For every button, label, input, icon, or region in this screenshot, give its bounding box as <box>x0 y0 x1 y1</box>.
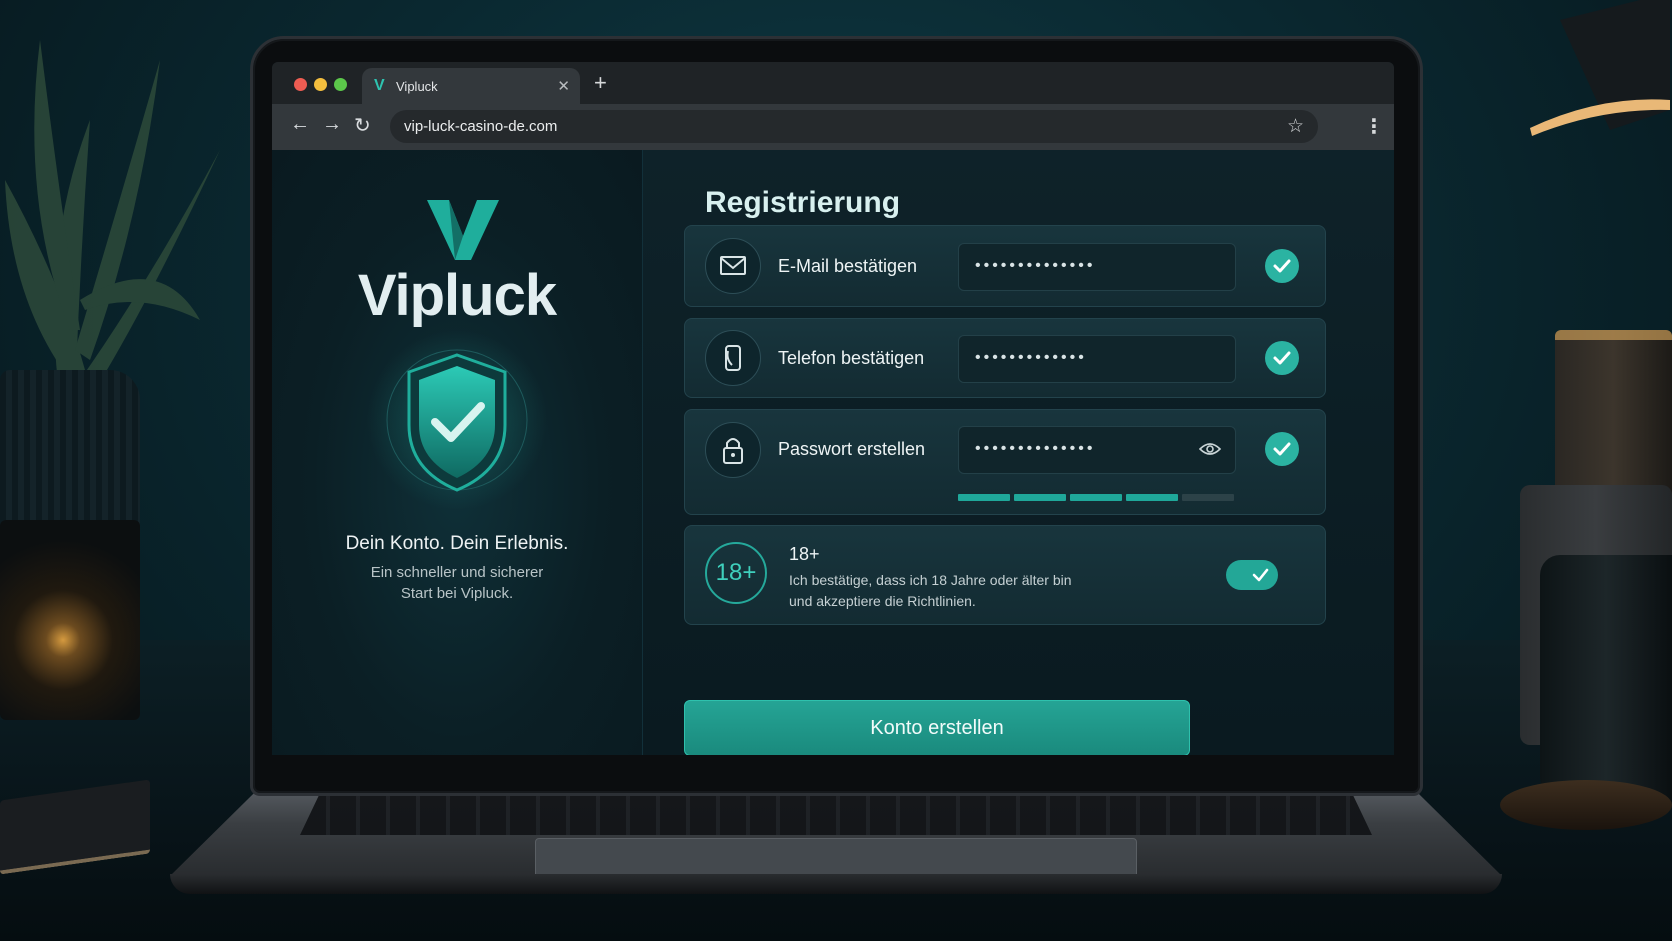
brand-panel: Vipluck Dein Konto. Dein Erlebnis. Ein s… <box>272 150 643 755</box>
password-create-row: Passwort erstellen •••••••••••••• <box>684 409 1326 515</box>
laptop-base-lip <box>170 874 1502 894</box>
laptop-keyboard <box>300 790 1372 835</box>
vipluck-logo-icon <box>427 200 499 260</box>
strength-segment <box>1126 494 1178 501</box>
url-text: vip-luck-casino-de.com <box>404 118 558 135</box>
email-field-value: •••••••••••••• <box>975 257 1096 274</box>
plant-decoration <box>5 40 220 400</box>
age-confirm-row: 18+ 18+ Ich bestätige, dass ich 18 Jahre… <box>684 525 1326 625</box>
check-icon <box>1265 432 1299 466</box>
brand-subtagline: Ein schneller und sicherer Start bei Vip… <box>370 564 544 602</box>
age-badge: 18+ <box>705 542 767 604</box>
saucer-decoration <box>1500 780 1672 830</box>
mug-decoration <box>1555 330 1672 500</box>
create-account-button[interactable]: Konto erstellen <box>684 700 1190 755</box>
window-minimize-dot[interactable] <box>314 78 327 91</box>
phone-icon <box>705 330 761 386</box>
strength-segment <box>1070 494 1122 501</box>
menu-icon[interactable]: ⋮ <box>1364 114 1384 139</box>
forward-icon[interactable]: → <box>322 113 342 136</box>
new-tab-icon[interactable]: + <box>594 70 607 96</box>
close-icon[interactable]: ✕ <box>557 77 570 95</box>
age-title: 18+ <box>789 544 820 564</box>
tab-title: Vipluck <box>396 79 438 94</box>
email-verify-row: E-Mail bestätigen •••••••••••••• <box>684 225 1326 307</box>
strength-segment <box>1014 494 1066 501</box>
email-field[interactable]: •••••••••••••• <box>958 243 1236 291</box>
brand-tagline: Dein Konto. Dein Erlebnis. <box>345 533 569 554</box>
lamp-decoration <box>1530 0 1670 136</box>
password-label: Passwort erstellen <box>778 439 926 459</box>
laptop-screen: V Vipluck ✕ + ← → ↻ vip-luck-casino-de.c… <box>272 62 1394 755</box>
phone-verify-row: Telefon bestätigen ••••••••••••• <box>684 318 1326 398</box>
brand-name: Vipluck <box>357 263 557 328</box>
window-close-dot[interactable] <box>294 78 307 91</box>
lock-icon <box>705 422 761 478</box>
browser-tab[interactable]: V Vipluck ✕ <box>362 68 580 104</box>
password-field[interactable]: •••••••••••••• <box>958 426 1236 474</box>
tab-favicon: V <box>374 77 385 94</box>
eye-icon[interactable] <box>1198 439 1222 464</box>
age-confirm-toggle[interactable] <box>1226 560 1278 590</box>
cup-decoration <box>1540 555 1672 805</box>
password-strength-meter <box>958 494 1234 501</box>
browser-toolbar: ← → ↻ vip-luck-casino-de.com ☆ ⋮ <box>272 104 1394 150</box>
page-title: Registrierung <box>705 186 901 219</box>
registration-page: Vipluck Dein Konto. Dein Erlebnis. Ein s… <box>272 150 1394 755</box>
check-icon <box>1265 249 1299 283</box>
age-confirm-text: Ich bestätige, dass ich 18 Jahre oder äl… <box>789 572 1072 609</box>
phone-label: Telefon bestätigen <box>778 348 925 368</box>
strength-segment <box>958 494 1010 501</box>
phone-field[interactable]: ••••••••••••• <box>958 335 1236 383</box>
check-icon <box>1265 341 1299 375</box>
phone-field-value: ••••••••••••• <box>975 349 1087 366</box>
candle-decoration <box>0 520 140 720</box>
reload-icon[interactable]: ↻ <box>354 113 371 138</box>
address-bar[interactable]: vip-luck-casino-de.com ☆ <box>390 110 1318 143</box>
shield-icon <box>367 330 547 510</box>
mail-icon <box>705 238 761 294</box>
password-field-value: •••••••••••••• <box>975 440 1096 457</box>
strength-segment <box>1182 494 1234 501</box>
star-icon[interactable]: ☆ <box>1287 115 1304 138</box>
window-maximize-dot[interactable] <box>334 78 347 91</box>
back-icon[interactable]: ← <box>290 113 310 136</box>
browser-tabbar: V Vipluck ✕ + <box>272 62 1394 104</box>
email-label: E-Mail bestätigen <box>778 256 918 276</box>
